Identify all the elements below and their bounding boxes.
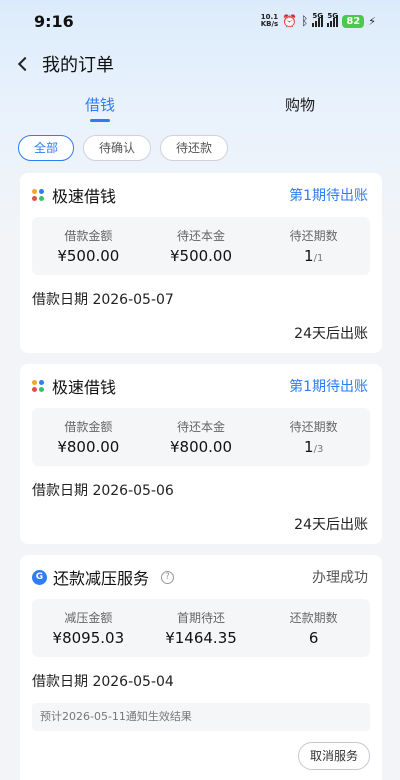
card-title: 还款减压服务 [53,569,150,588]
card-header: 极速借钱 第1期待出账 [20,364,382,408]
stats-panel: 借款金额 ¥500.00 待还本金 ¥500.00 待还期数 1/1 [32,217,370,275]
tab-shopping[interactable]: 购物 [200,88,400,124]
status-time: 9:16 [34,11,74,31]
back-icon[interactable] [17,56,33,72]
status-badge: 第1期待出账 [289,188,368,204]
status-badge: 第1期待出账 [289,379,368,395]
stat-principal: 待还本金 ¥800.00 [169,420,233,456]
card-header: G 还款减压服务 ? 办理成功 [20,555,382,599]
signal-icon: 5G [312,12,324,27]
app-icon [32,380,44,392]
relief-service-icon: G [32,569,47,585]
order-card[interactable]: 极速借钱 第1期待出账 借款金额 ¥500.00 待还本金 ¥500.00 待还… [20,173,382,353]
tab-bar: 借钱 购物 [0,88,400,124]
bill-note: 24天后出账 [294,517,368,533]
signal-icon: 5G [327,12,339,27]
relief-service-card[interactable]: G 还款减压服务 ? 办理成功 减压金额 ¥8095.03 首期待还 ¥1464… [20,555,382,780]
loan-date: 借款日期 2026-05-07 [32,292,174,308]
help-icon[interactable]: ? [161,570,175,584]
status-bar: 9:16 10.1 KB/s ⏰ ᛒ 5G 5G 82 ⚡ [0,0,400,42]
bluetooth-icon: ᛒ [301,14,309,28]
loan-date: 借款日期 2026-05-06 [32,483,174,499]
filter-all[interactable]: 全部 [18,135,75,161]
filter-pending-repay[interactable]: 待还款 [160,135,229,161]
card-header: 极速借钱 第1期待出账 [20,173,382,217]
battery-icon: 82 [342,14,365,28]
status-icons: 10.1 KB/s ⏰ ᛒ 5G 5G 82 ⚡ [260,12,376,28]
bill-note: 24天后出账 [294,326,368,342]
status-badge: 办理成功 [312,570,368,586]
stat-loan-amount: 借款金额 ¥800.00 [57,420,120,456]
order-card[interactable]: 极速借钱 第1期待出账 借款金额 ¥800.00 待还本金 ¥800.00 待还… [20,364,382,544]
card-title: 极速借钱 [52,378,117,397]
charging-icon: ⚡ [368,14,376,28]
stat-principal: 待还本金 ¥500.00 [169,229,233,265]
stats-panel: 减压金额 ¥8095.03 首期待还 ¥1464.35 还款期数 6 [32,599,370,657]
app-icon [32,189,44,201]
net-speed: 10.1 KB/s [260,13,279,28]
stat-periods: 待还期数 1/3 [289,420,338,456]
tab-borrow[interactable]: 借钱 [0,88,200,124]
filter-chips: 全部 待确认 待还款 [18,135,229,161]
page-title: 我的订单 [42,55,114,76]
card-title: 极速借钱 [52,187,117,206]
loan-date: 借款日期 2026-05-04 [32,674,174,690]
stat-periods: 还款期数 6 [289,611,338,647]
stat-relief-amount: 减压金额 ¥8095.03 [52,611,125,647]
filter-pending-confirm[interactable]: 待确认 [83,135,152,161]
stats-panel: 借款金额 ¥800.00 待还本金 ¥800.00 待还期数 1/3 [32,408,370,466]
stat-loan-amount: 借款金额 ¥500.00 [57,229,120,265]
page-header: 我的订单 [0,46,400,82]
alarm-icon: ⏰ [282,14,298,28]
cancel-service-button[interactable]: 取消服务 [297,742,370,770]
notice-text: 预计2026-05-11通知生效结果 [32,703,370,731]
stat-periods: 待还期数 1/1 [289,229,338,265]
stat-first-payment: 首期待还 ¥1464.35 [165,611,237,647]
